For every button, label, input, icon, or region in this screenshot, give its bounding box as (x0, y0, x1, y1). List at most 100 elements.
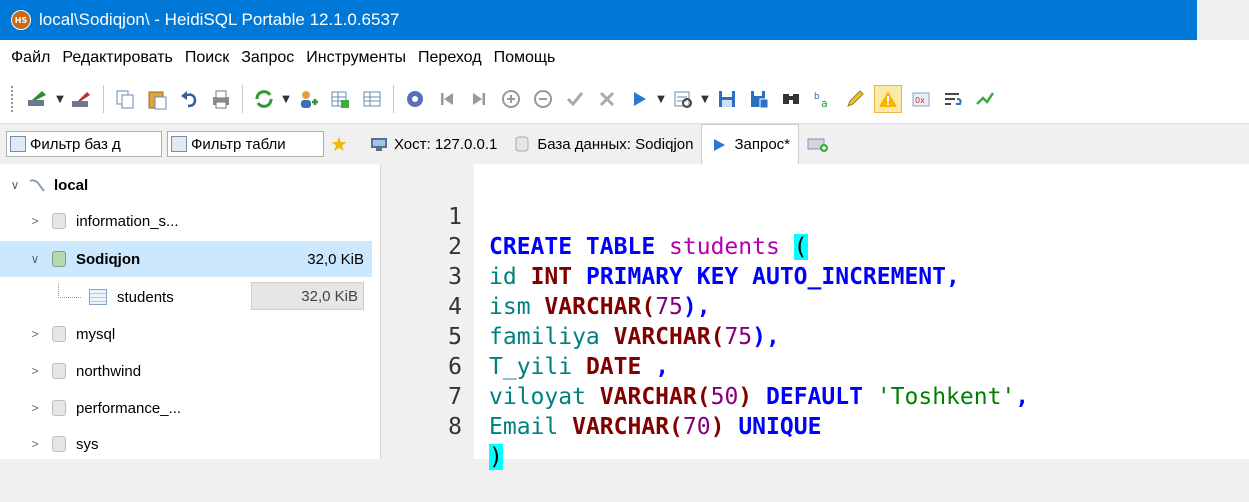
svg-text:b: b (814, 92, 820, 102)
chevron-right-icon[interactable]: > (28, 401, 42, 415)
table-filter-input[interactable]: Фильтр табли (167, 131, 324, 157)
tree-item-label: sys (76, 435, 99, 453)
menu-search[interactable]: Поиск (179, 49, 235, 67)
database-filter-icon (10, 136, 26, 152)
line-number: 8 (448, 414, 462, 440)
tree-item-students[interactable]: students 32,0 KiB (0, 279, 372, 315)
menu-file[interactable]: Файл (11, 49, 56, 67)
code-text: CREATE TABLE students ( (489, 232, 808, 262)
chevron-right-icon[interactable]: > (28, 437, 42, 451)
tree-item-sys[interactable]: > sys (0, 426, 372, 462)
tree-item-label: mysql (76, 325, 116, 343)
sql-keyword: PRIMARY KEY AUTO_INCREMENT (585, 264, 946, 290)
svg-text:a: a (821, 97, 828, 110)
edit-icon[interactable] (842, 86, 868, 112)
connect-dropdown-chevron-icon[interactable]: ▼ (54, 86, 66, 112)
favorites-star-icon[interactable]: ★ (330, 132, 348, 156)
delete-row-icon[interactable] (530, 86, 556, 112)
add-row-icon[interactable] (498, 86, 524, 112)
server-icon (28, 177, 46, 193)
sql-identifier: viloyat (489, 384, 586, 410)
explain-icon[interactable] (670, 86, 696, 112)
grid-icon[interactable] (359, 86, 385, 112)
save-icon[interactable] (714, 86, 740, 112)
find-icon[interactable] (778, 86, 804, 112)
menu-help[interactable]: Помощь (488, 49, 562, 67)
database-icon (52, 363, 66, 379)
new-query-tab-button[interactable] (799, 124, 839, 164)
sql-string: 'Toshkent' (876, 384, 1016, 410)
print-icon[interactable] (208, 86, 234, 112)
undo-icon[interactable] (176, 86, 202, 112)
sql-keyword: CREATE TABLE (489, 234, 656, 260)
code-text: T_yili DATE , (489, 354, 670, 380)
table-filter-placeholder: Фильтр табли (191, 135, 286, 153)
main-toolbar: ▼ ▼ ▼ ▼ ba 0x (0, 75, 1249, 124)
menu-bar: Файл Редактировать Поиск Запрос Инструме… (0, 40, 1249, 75)
copy-icon[interactable] (112, 86, 138, 112)
chevron-right-icon[interactable]: > (28, 364, 42, 378)
sql-type: DATE (585, 354, 642, 380)
menu-tools[interactable]: Инструменты (300, 49, 412, 67)
menu-edit[interactable]: Редактировать (56, 49, 179, 67)
menu-query[interactable]: Запрос (235, 49, 300, 67)
sql-editor[interactable]: 1 CREATE TABLE students ( 2 id INT PRIMA… (384, 164, 1249, 470)
connect-icon[interactable] (25, 86, 51, 112)
last-icon[interactable] (466, 86, 492, 112)
add-user-icon[interactable] (295, 86, 321, 112)
sql-identifier: Email (489, 414, 559, 440)
null-icon[interactable]: 0x (908, 86, 934, 112)
table-filter-icon (171, 136, 187, 152)
database-filter-input[interactable]: Фильтр баз д (6, 131, 162, 157)
tab-query[interactable]: Запрос* (701, 124, 800, 164)
tree-item-size: 32,0 KiB (307, 250, 364, 268)
chevron-right-icon[interactable]: > (28, 214, 42, 228)
toolbar-separator (393, 85, 394, 113)
tree-item-mysql[interactable]: > mysql (0, 316, 372, 352)
tree-item-sodiqjon[interactable]: ∨ Sodiqjon 32,0 KiB (0, 241, 372, 277)
wrap-icon[interactable] (940, 86, 966, 112)
tabs-row: Фильтр баз д Фильтр табли ★ Хост: 127.0.… (0, 124, 1249, 164)
disconnect-icon[interactable] (69, 86, 95, 112)
warning-icon[interactable] (874, 85, 902, 113)
tree-item-northwind[interactable]: > northwind (0, 353, 372, 389)
replace-icon[interactable]: ba (810, 86, 836, 112)
first-icon[interactable] (434, 86, 460, 112)
database-icon (52, 326, 66, 342)
save-as-icon[interactable] (746, 86, 772, 112)
tab-database[interactable]: База данных: Sodiqjon (505, 124, 701, 164)
run-dropdown-chevron-icon[interactable]: ▼ (655, 86, 667, 112)
menu-goto[interactable]: Переход (412, 49, 488, 67)
tree-item-performance-schema[interactable]: > performance_... (0, 390, 372, 426)
toolbar-grip[interactable] (10, 85, 14, 113)
format-icon[interactable] (972, 86, 998, 112)
refresh-icon[interactable] (251, 86, 277, 112)
refresh-dropdown-chevron-icon[interactable]: ▼ (280, 86, 292, 112)
query-icon (710, 137, 728, 153)
chevron-down-icon[interactable]: ∨ (28, 252, 42, 266)
tree-connector (58, 282, 81, 298)
paste-icon[interactable] (144, 86, 170, 112)
run-icon[interactable] (626, 86, 652, 112)
heidisql-app-icon[interactable]: HS (11, 10, 31, 30)
tree-root-local[interactable]: ∨ local (0, 167, 372, 203)
sql-identifier: familiya (489, 324, 600, 350)
cancel-icon[interactable] (594, 86, 620, 112)
sql-number: 75 (655, 294, 683, 320)
chevron-down-icon[interactable]: ∨ (8, 178, 22, 192)
tree-item-information-schema[interactable]: > information_s... (0, 203, 372, 239)
post-icon[interactable] (562, 86, 588, 112)
code-line: 2 id INT PRIMARY KEY AUTO_INCREMENT, (384, 202, 960, 290)
explain-dropdown-chevron-icon[interactable]: ▼ (699, 86, 711, 112)
stop-icon[interactable] (402, 86, 428, 112)
code-text: viloyat VARCHAR(50) DEFAULT 'Toshkent', (489, 384, 1030, 410)
tree-item-label: performance_... (76, 399, 182, 417)
tab-host[interactable]: Хост: 127.0.0.1 (362, 124, 505, 164)
sql-number: 50 (710, 384, 739, 410)
table-export-icon[interactable] (327, 86, 353, 112)
new-tab-icon (807, 136, 829, 152)
chevron-right-icon[interactable]: > (28, 327, 42, 341)
tree-item-label: Sodiqjon (76, 250, 141, 268)
table-icon (89, 289, 107, 305)
tab-database-label: База данных: Sodiqjon (537, 135, 694, 153)
